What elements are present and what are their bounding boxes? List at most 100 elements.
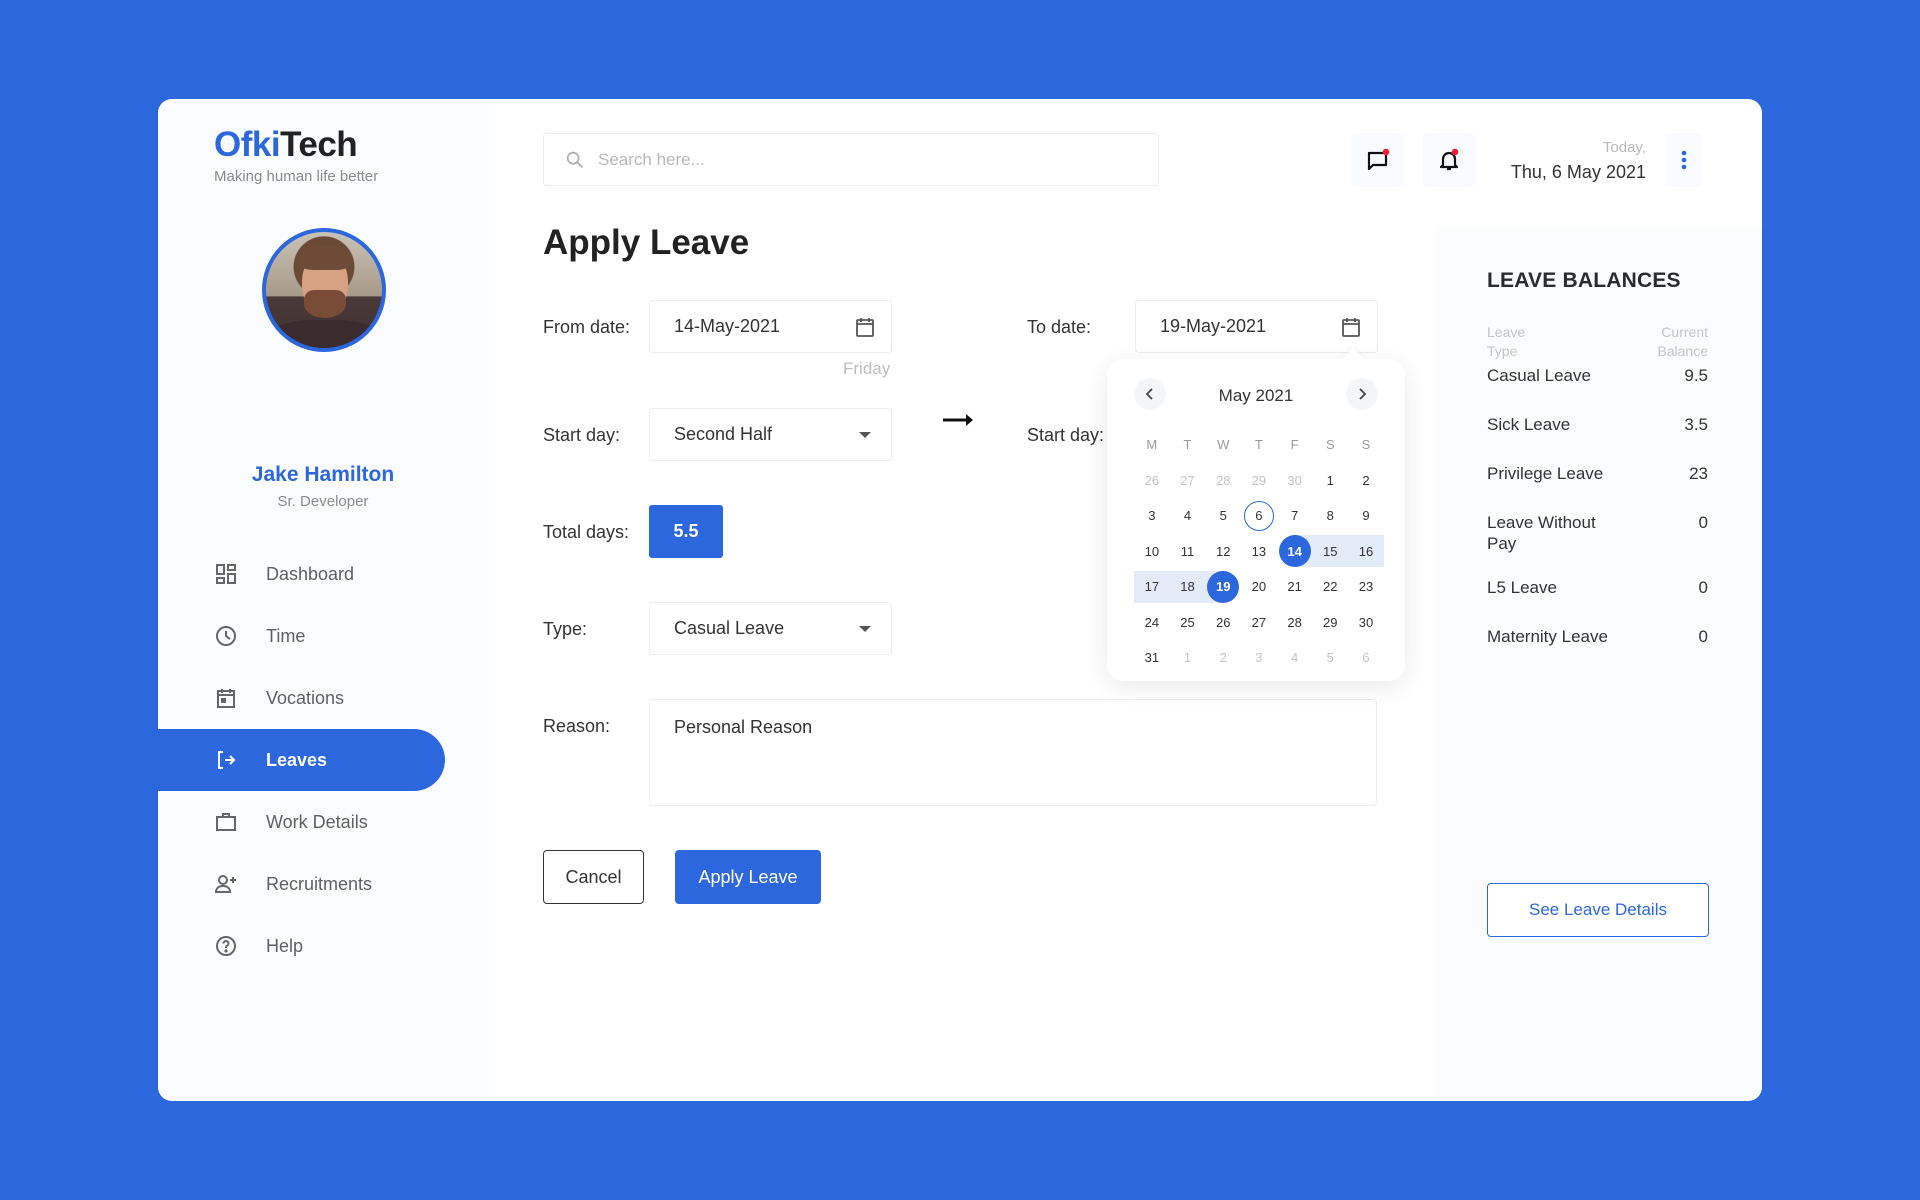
calendar-day[interactable]: 31 [1134,642,1170,674]
from-date-field[interactable]: 14-May-2021 [649,300,892,353]
to-date-field[interactable]: 19-May-2021 [1135,300,1378,353]
app-window: OfkiTech Making human life better Jake H… [158,99,1762,1101]
calendar-day[interactable]: 26 [1205,606,1241,638]
see-leave-details-button[interactable]: See Leave Details [1487,883,1709,937]
search-input[interactable] [598,149,1118,170]
leave-balances-panel: LEAVE BALANCES Leave Type Current Balanc… [1434,227,1762,1101]
calendar-icon[interactable] [853,315,877,339]
selected-day-marker: 14 [1278,535,1311,568]
today-marker: 6 [1243,500,1274,531]
bell-icon [1439,148,1459,171]
balance-value: 3.5 [1684,415,1708,434]
sidebar-item-work-details[interactable]: Work Details [158,791,445,853]
calendar-day[interactable]: 27 [1241,606,1277,638]
to-date-value: 19-May-2021 [1160,316,1267,336]
calendar-day-selected[interactable]: 19 [1205,570,1242,603]
column-header-current-balance: Current Balance [1657,324,1708,359]
calendar-day[interactable]: 29 [1241,464,1277,496]
sidebar-item-vocations[interactable]: Vocations [158,667,445,729]
calendar-grid: M T W T F S S 26 27 28 29 30 1 2 3 4 5 6 7 8 9 10 11 12 13 14 15 16… [1134,427,1384,676]
messages-button[interactable] [1351,133,1405,187]
calendar-day[interactable]: 9 [1348,500,1384,532]
apply-leave-button[interactable]: Apply Leave [675,850,821,904]
calendar-day[interactable]: 17 [1134,570,1170,603]
balance-leave-type: Casual Leave [1487,366,1591,385]
user-name[interactable]: Jake Hamilton [158,463,488,487]
calendar-day[interactable]: 28 [1205,464,1241,496]
balance-row: L5 Leave 0 [1487,577,1708,598]
end-start-day-label: Start day: [1027,425,1105,445]
calendar-day[interactable]: 22 [1312,571,1348,603]
avatar-shirt [270,320,380,348]
leave-balances-title: LEAVE BALANCES [1487,269,1681,292]
sidebar-item-label: Vocations [266,687,345,708]
calendar-day[interactable]: 16 [1348,535,1384,568]
sidebar-item-dashboard[interactable]: Dashboard [158,543,445,605]
sidebar-item-recruitments[interactable]: Recruitments [158,853,445,915]
calendar-day[interactable]: 23 [1348,571,1384,603]
calendar-day[interactable]: 7 [1277,500,1313,532]
balance-leave-type: Maternity Leave [1487,627,1608,646]
weekday-header-row: MTWTFSS [1134,427,1384,463]
calendar-day[interactable]: 5 [1205,500,1241,532]
calendar-day[interactable]: 30 [1348,606,1384,638]
search-icon [566,151,583,168]
calendar-day[interactable]: 8 [1312,500,1348,532]
type-label: Type: [543,619,588,639]
calendar-week-row: 26 27 28 29 30 1 2 [1134,463,1384,499]
calendar-day-today[interactable]: 6 [1241,500,1277,532]
calendar-day[interactable]: 29 [1312,606,1348,638]
calendar-day[interactable]: 2 [1205,642,1241,674]
sidebar-item-label: Leaves [266,749,328,770]
calendar-day[interactable]: 2 [1348,464,1384,496]
cancel-button[interactable]: Cancel [543,850,644,904]
weekday-label: M [1146,437,1158,453]
sidebar-item-leaves[interactable]: Leaves [158,729,445,791]
calendar-day[interactable]: 26 [1134,464,1170,496]
calendar-day[interactable]: 21 [1277,571,1313,603]
next-month-button[interactable] [1346,378,1378,410]
more-options-button[interactable] [1666,133,1702,187]
sidebar-item-time[interactable]: Time [158,605,445,667]
calendar-day[interactable]: 4 [1170,500,1206,532]
calendar-day[interactable]: 15 [1312,535,1349,568]
calendar-day[interactable]: 1 [1170,642,1206,674]
calendar-day[interactable]: 5 [1312,642,1348,674]
date-picker: May 2021 M T W T F S S 26 27 28 29 30 1 2 3 4 5 6 7 8 9 10 11 1… [1107,359,1405,681]
user-role: Sr. Developer [277,493,369,510]
calendar-day[interactable]: 6 [1348,642,1384,674]
calendar-day-selected[interactable]: 14 [1276,535,1313,568]
notifications-button[interactable] [1422,133,1476,187]
weekday-label: S [1361,437,1371,453]
calendar-day[interactable]: 12 [1205,535,1241,567]
balance-row: Leave Without Pay 0 [1487,512,1708,554]
calendar-day[interactable]: 11 [1170,535,1206,567]
sidebar-item-help[interactable]: Help [158,915,445,977]
calendar-day[interactable]: 10 [1134,535,1170,567]
calendar-day[interactable]: 4 [1277,642,1313,674]
calendar-day[interactable]: 24 [1134,606,1170,638]
calendar-day[interactable]: 27 [1170,464,1206,496]
sidebar-item-label: Dashboard [266,563,355,584]
calendar-day[interactable]: 13 [1241,535,1277,567]
balance-row: Maternity Leave 0 [1487,626,1708,647]
calendar-day[interactable]: 20 [1241,571,1277,603]
calendar-day[interactable]: 28 [1277,606,1313,638]
calendar-day[interactable]: 30 [1277,464,1313,496]
avatar[interactable] [262,228,386,352]
calendar-icon[interactable] [1339,315,1363,339]
message-icon [1367,148,1390,171]
search-box[interactable] [543,133,1159,186]
logout-icon [214,748,238,772]
calendar-day[interactable]: 18 [1169,570,1206,603]
calendar-day[interactable]: 25 [1170,606,1206,638]
leave-type-select[interactable]: Casual Leave [649,602,892,655]
calendar-day[interactable]: 3 [1241,642,1277,674]
column-header-leave-type: Leave Type [1487,324,1526,359]
calendar-day[interactable]: 3 [1134,500,1170,532]
reason-label: Reason: [543,716,611,736]
start-day-select[interactable]: Second Half [649,408,892,461]
reason-textarea[interactable] [649,699,1377,806]
start-day-value: Second Half [674,424,773,444]
calendar-day[interactable]: 1 [1312,464,1348,496]
